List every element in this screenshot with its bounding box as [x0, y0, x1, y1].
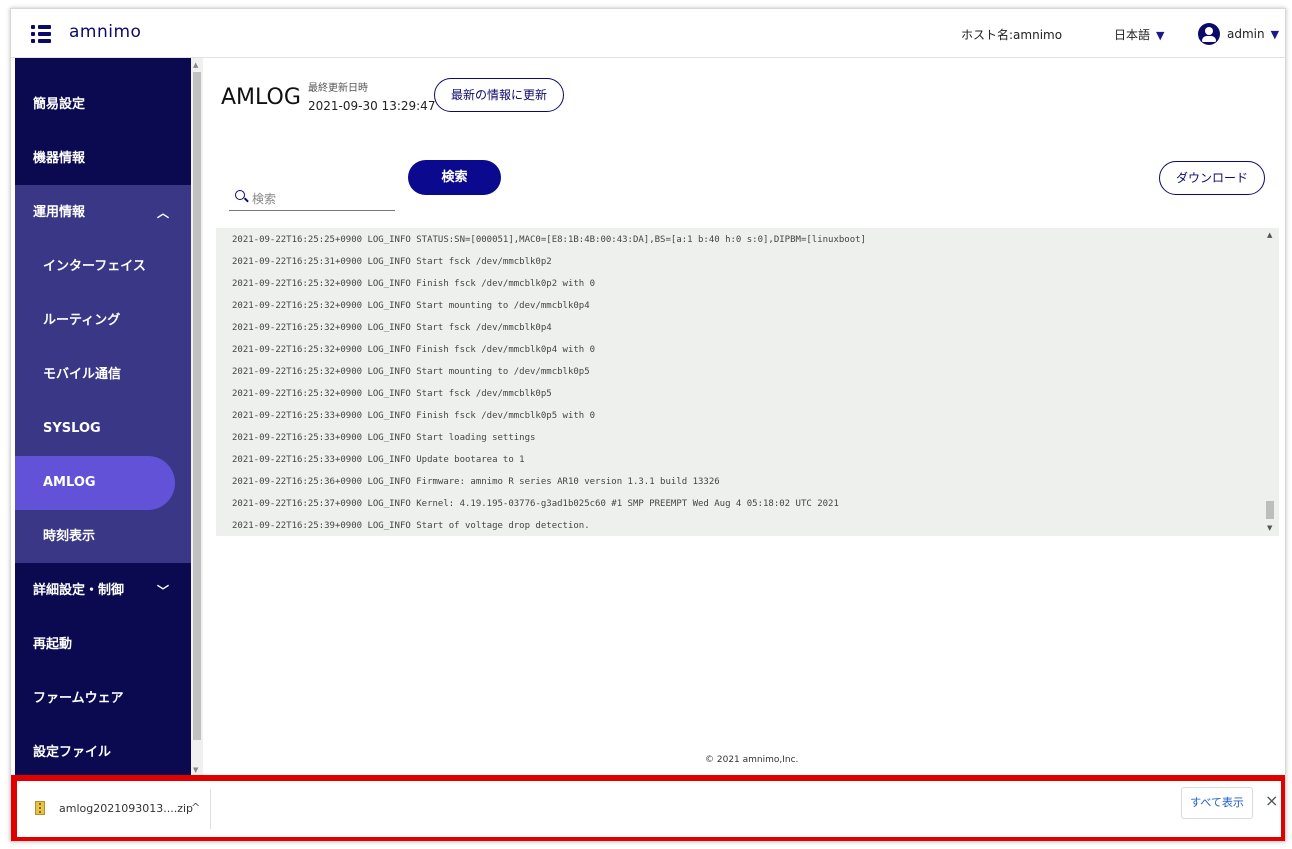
search-placeholder: 検索: [252, 192, 277, 206]
host-name: ホスト名:amnimo: [961, 28, 1063, 42]
log-line: 2021-09-22T16:25:33+0900 LOG_INFO Start …: [232, 433, 536, 443]
refresh-button[interactable]: 最新の情報に更新: [434, 78, 564, 112]
copyright: © 2021 amnimo,Inc.: [705, 755, 799, 765]
sidebar-item-firmware[interactable]: ファームウェア: [15, 672, 191, 726]
top-header: amnimo ホスト名:amnimo 日本語 ▼ admin ▼: [11, 9, 1285, 58]
caret-down-icon: ▼: [1270, 28, 1280, 41]
search-button[interactable]: 検索: [408, 160, 501, 195]
zip-file-icon: [35, 801, 45, 815]
sidebar-item-quick-settings[interactable]: 簡易設定: [15, 78, 191, 132]
user-menu[interactable]: admin ▼: [1227, 27, 1279, 41]
download-button[interactable]: ダウンロード: [1159, 161, 1265, 195]
menu-icon[interactable]: [31, 24, 53, 44]
log-line: 2021-09-22T16:25:32+0900 LOG_INFO Start …: [232, 301, 590, 311]
amnimo-logo: amnimo: [69, 22, 142, 42]
log-line: 2021-09-22T16:25:32+0900 LOG_INFO Start …: [232, 367, 590, 377]
sidebar-item-advanced[interactable]: 詳細設定・制御 ﹀: [15, 564, 191, 618]
browser-window: amnimo ホスト名:amnimo 日本語 ▼ admin ▼ 簡易設定 機器情報…: [10, 8, 1286, 842]
log-line: 2021-09-22T16:25:33+0900 LOG_INFO Update…: [232, 455, 525, 465]
download-file-name: amlog2021093013....zip: [59, 802, 194, 815]
sidebar-item-interface[interactable]: インターフェイス: [15, 240, 191, 294]
scroll-down-icon[interactable]: ▼: [1267, 524, 1272, 532]
close-icon[interactable]: ×: [1265, 791, 1278, 810]
last-updated-label: 最終更新日時: [308, 83, 368, 94]
scroll-up-icon[interactable]: ▲: [193, 61, 198, 69]
last-updated-value: 2021-09-30 13:29:47: [308, 99, 436, 113]
sidebar-item-routing[interactable]: ルーティング: [15, 294, 191, 348]
user-name-label: admin: [1227, 27, 1265, 41]
page-title: AMLOG: [221, 85, 301, 110]
show-all-button[interactable]: すべて表示: [1181, 787, 1253, 819]
sidebar-item-amlog[interactable]: AMLOG: [15, 456, 175, 510]
scrollbar-thumb[interactable]: [193, 72, 201, 740]
log-line: 2021-09-22T16:25:32+0900 LOG_INFO Finish…: [232, 345, 596, 355]
language-select[interactable]: 日本語 ▼: [1114, 26, 1164, 43]
log-line: 2021-09-22T16:25:31+0900 LOG_INFO Start …: [232, 257, 552, 267]
log-scrollbar[interactable]: ▲ ▼: [1263, 228, 1277, 536]
language-label: 日本語: [1114, 28, 1151, 42]
sidebar-item-time[interactable]: 時刻表示: [15, 510, 191, 564]
chevron-down-icon: ﹀: [156, 584, 169, 598]
log-line: 2021-09-22T16:25:36+0900 LOG_INFO Firmwa…: [232, 477, 720, 487]
sidebar-item-device-info[interactable]: 機器情報: [15, 132, 191, 186]
log-line: 2021-09-22T16:25:37+0900 LOG_INFO Kernel…: [232, 499, 839, 509]
log-viewer[interactable]: 2021-09-22T16:25:25+0900 LOG_INFO STATUS…: [216, 228, 1279, 536]
search-input[interactable]: 検索: [229, 181, 395, 211]
log-line: 2021-09-22T16:25:32+0900 LOG_INFO Start …: [232, 323, 552, 333]
sidebar-item-reboot[interactable]: 再起動: [15, 618, 191, 672]
user-avatar-icon[interactable]: [1198, 23, 1220, 45]
sidebar: 簡易設定 機器情報 運用情報 ︿ インターフェイス ルーティング モバイル通信 S…: [15, 58, 191, 779]
log-line: 2021-09-22T16:25:39+0900 LOG_INFO Start …: [232, 521, 590, 531]
scrollbar-thumb[interactable]: [1266, 501, 1274, 519]
chevron-up-icon[interactable]: ^: [191, 801, 200, 814]
chevron-up-icon: ︿: [156, 206, 169, 220]
sidebar-scrollbar[interactable]: ▲ ▼: [191, 58, 203, 779]
download-shelf: amlog2021093013....zip ^ すべて表示 ×: [11, 775, 1285, 841]
log-line: 2021-09-22T16:25:32+0900 LOG_INFO Finish…: [232, 279, 596, 289]
scroll-down-icon[interactable]: ▼: [193, 766, 198, 774]
log-line: 2021-09-22T16:25:33+0900 LOG_INFO Finish…: [232, 411, 596, 421]
log-line: 2021-09-22T16:25:25+0900 LOG_INFO STATUS…: [232, 235, 866, 245]
sidebar-item-operation-info[interactable]: 運用情報 ︿: [15, 186, 191, 240]
caret-down-icon: ▼: [1156, 29, 1165, 42]
log-line: 2021-09-22T16:25:32+0900 LOG_INFO Start …: [232, 389, 552, 399]
search-icon: [235, 190, 245, 200]
sidebar-item-mobile[interactable]: モバイル通信: [15, 348, 191, 402]
sidebar-item-syslog[interactable]: SYSLOG: [15, 402, 191, 456]
scroll-up-icon[interactable]: ▲: [1267, 231, 1272, 239]
download-item[interactable]: amlog2021093013....zip ^: [23, 789, 211, 829]
sidebar-item-config-file[interactable]: 設定ファイル: [15, 726, 191, 779]
